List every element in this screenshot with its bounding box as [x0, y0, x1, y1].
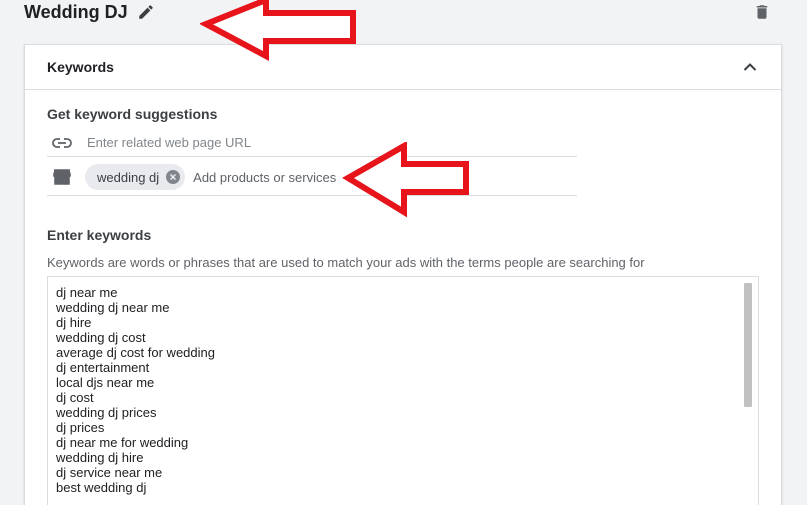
url-row: [47, 129, 577, 157]
keyword-line: dj near me: [56, 285, 118, 300]
keyword-line: dj cost: [56, 390, 94, 405]
textarea-scrollbar[interactable]: [744, 283, 752, 407]
ad-group-header: Wedding DJ: [24, 0, 156, 24]
keyword-line: local djs near me: [56, 375, 155, 390]
keyword-suggestions-title: Get keyword suggestions: [47, 106, 218, 122]
keyword-line: dj hire: [56, 315, 92, 330]
ad-group-editor: Wedding DJ Keywords Get keyword suggesti…: [0, 0, 807, 505]
keyword-line: best wedding dj: [56, 480, 147, 495]
close-circle-icon[interactable]: [165, 169, 181, 185]
keyword-line: wedding dj cost: [56, 330, 146, 345]
trash-icon[interactable]: [752, 2, 772, 22]
store-icon: [49, 167, 75, 187]
ad-group-title: Wedding DJ: [24, 1, 128, 22]
keyword-line: average dj cost for wedding: [56, 345, 215, 360]
keywords-card-title: Keywords: [47, 59, 114, 75]
keywords-card: Keywords Get keyword suggestions wedding…: [24, 44, 782, 505]
enter-keywords-title: Enter keywords: [47, 227, 152, 243]
keyword-line: dj service near me: [56, 465, 163, 480]
product-chip: wedding dj: [85, 164, 186, 190]
keyword-line: wedding dj hire: [56, 450, 144, 465]
enter-keywords-description: Keywords are words or phrases that are u…: [47, 255, 645, 270]
product-chip-label: wedding dj: [97, 169, 160, 185]
products-row: wedding dj: [47, 159, 577, 196]
keywords-card-header[interactable]: Keywords: [25, 45, 781, 90]
keyword-line: dj near me for wedding: [56, 435, 189, 450]
annotation-arrow-icon: [342, 142, 469, 218]
keywords-textarea[interactable]: dj near me wedding dj near me dj hire we…: [47, 276, 759, 505]
annotation-arrow-icon: [200, 0, 356, 61]
products-input[interactable]: [191, 168, 346, 186]
pencil-icon[interactable]: [136, 2, 156, 22]
url-input[interactable]: [85, 134, 569, 151]
chevron-up-icon[interactable]: [739, 56, 761, 78]
keyword-line: dj prices: [56, 420, 105, 435]
keyword-line: dj entertainment: [56, 360, 150, 375]
keyword-line: wedding dj near me: [56, 300, 170, 315]
keyword-line: wedding dj prices: [56, 405, 157, 420]
link-icon: [49, 133, 75, 153]
